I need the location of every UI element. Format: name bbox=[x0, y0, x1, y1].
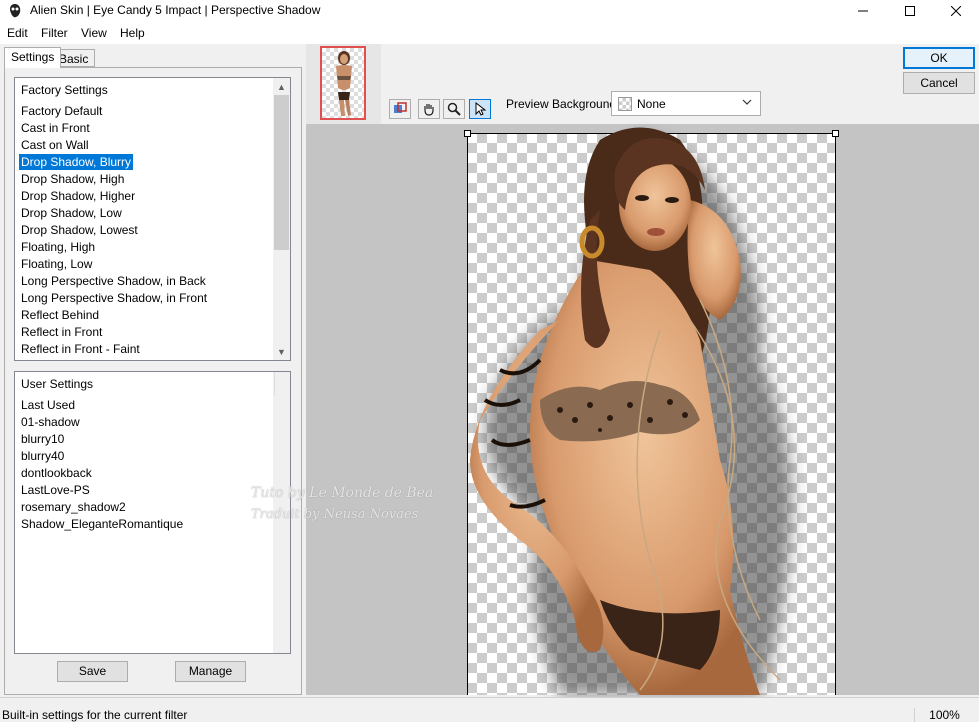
zoom-level: 100% bbox=[914, 708, 974, 722]
watermark-flourish-icon bbox=[205, 449, 242, 543]
cancel-button[interactable]: Cancel bbox=[903, 72, 975, 94]
list-item[interactable]: Drop Shadow, Low bbox=[21, 205, 122, 221]
selection-edge-right bbox=[835, 133, 836, 695]
tab-settings[interactable]: Settings bbox=[4, 47, 62, 68]
selection-handle[interactable] bbox=[464, 130, 471, 137]
preview-background-label: Preview Background: bbox=[506, 97, 620, 111]
list-item[interactable]: Reflect Behind bbox=[21, 307, 99, 323]
list-item[interactable]: Last Used bbox=[21, 397, 75, 413]
list-item[interactable]: Shadow_EleganteRomantique bbox=[21, 516, 183, 532]
list-item[interactable]: LastLove-PS bbox=[21, 482, 90, 498]
list-item[interactable]: Drop Shadow, Higher bbox=[21, 188, 135, 204]
list-item[interactable]: 01-shadow bbox=[21, 414, 80, 430]
navigator-thumbnail[interactable] bbox=[320, 46, 366, 120]
menu-bar: Edit Filter View Help bbox=[0, 22, 979, 44]
selection-handle[interactable] bbox=[832, 130, 839, 137]
list-item[interactable]: blurry40 bbox=[21, 448, 64, 464]
menu-help[interactable]: Help bbox=[120, 26, 145, 40]
list-item[interactable]: Floating, Low bbox=[21, 256, 92, 272]
zoom-icon[interactable] bbox=[443, 99, 465, 119]
minimize-icon[interactable] bbox=[840, 0, 886, 22]
list-item[interactable]: Reflect in Front bbox=[21, 324, 102, 340]
list-item[interactable]: Drop Shadow, High bbox=[21, 171, 124, 187]
ok-button[interactable]: OK bbox=[903, 47, 975, 69]
watermark-line1: Tuto by Le Monde de Bea bbox=[251, 485, 434, 501]
title-bar: Alien Skin | Eye Candy 5 Impact | Perspe… bbox=[0, 0, 979, 22]
transparent-swatch-icon bbox=[618, 97, 632, 111]
scroll-track bbox=[274, 372, 289, 396]
list-item[interactable]: Floating, High bbox=[21, 239, 95, 255]
scroll-thumb[interactable] bbox=[274, 95, 289, 250]
scroll-down-icon[interactable]: ▼ bbox=[273, 343, 290, 360]
save-button[interactable]: Save bbox=[57, 661, 128, 682]
alien-skin-app-icon bbox=[10, 4, 21, 18]
list-item[interactable]: Cast on Wall bbox=[21, 137, 89, 153]
view-compare-icon[interactable] bbox=[389, 99, 411, 119]
list-item[interactable]: dontlookback bbox=[21, 465, 92, 481]
list-item[interactable]: Cast in Front bbox=[21, 120, 90, 136]
list-item[interactable]: rosemary_shadow2 bbox=[21, 499, 126, 515]
hand-pan-icon[interactable] bbox=[418, 99, 440, 119]
watermark: Tuto by Le Monde de Bea Traduit by Neusa… bbox=[196, 445, 436, 555]
list-item[interactable]: Long Perspective Shadow, in Front bbox=[21, 290, 207, 306]
status-bar: Built-in settings for the current filter… bbox=[0, 697, 979, 722]
window-title: Alien Skin | Eye Candy 5 Impact | Perspe… bbox=[30, 3, 321, 17]
menu-edit[interactable]: Edit bbox=[7, 26, 28, 40]
chevron-down-icon bbox=[742, 97, 752, 110]
user-settings-header: User Settings bbox=[21, 377, 94, 391]
list-item[interactable]: Reflect in Front - Faint bbox=[21, 341, 140, 357]
transparent-checkerboard bbox=[467, 133, 836, 695]
close-icon[interactable] bbox=[933, 0, 979, 22]
pointer-arrow-icon[interactable] bbox=[469, 99, 491, 119]
factory-settings-header: Factory Settings bbox=[21, 83, 108, 97]
menu-filter[interactable]: Filter bbox=[41, 26, 68, 40]
menu-view[interactable]: View bbox=[81, 26, 107, 40]
preview-background-select[interactable]: None bbox=[611, 91, 761, 116]
manage-button[interactable]: Manage bbox=[175, 661, 246, 682]
factory-list-scrollbar[interactable]: ▲ ▼ bbox=[273, 78, 290, 360]
list-item[interactable]: Drop Shadow, Lowest bbox=[21, 222, 138, 238]
watermark-line2: Traduit by Neusa Novaes bbox=[251, 507, 419, 522]
selection-edge-left bbox=[467, 133, 468, 695]
list-item[interactable]: blurry10 bbox=[21, 431, 64, 447]
status-text: Built-in settings for the current filter bbox=[2, 708, 188, 722]
list-item-selected[interactable]: Drop Shadow, Blurry bbox=[19, 154, 134, 170]
preview-background-value: None bbox=[637, 97, 666, 111]
maximize-icon[interactable] bbox=[887, 0, 933, 22]
list-item[interactable]: Long Perspective Shadow, in Back bbox=[21, 273, 206, 289]
list-item[interactable]: Factory Default bbox=[21, 103, 102, 119]
factory-settings-list[interactable]: Factory Settings Factory Default Cast in… bbox=[14, 77, 291, 361]
selection-edge-top bbox=[467, 133, 836, 134]
scroll-up-icon[interactable]: ▲ bbox=[273, 78, 290, 95]
thumbnail-image bbox=[336, 51, 352, 116]
